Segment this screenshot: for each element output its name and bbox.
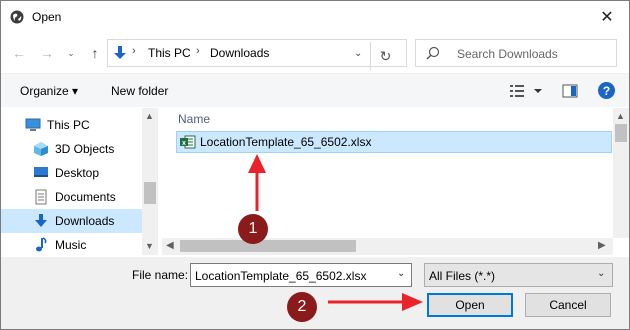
- search-box[interactable]: Search Downloads: [415, 39, 617, 67]
- desktop-icon: [34, 167, 48, 177]
- file-type-select[interactable]: All Files (*.*) ⌄: [424, 263, 613, 287]
- close-button[interactable]: ✕: [585, 1, 629, 33]
- nav-label: Documents: [55, 190, 116, 204]
- nav-item-desktop[interactable]: Desktop: [1, 161, 142, 185]
- scroll-up-icon[interactable]: ▲: [616, 111, 625, 121]
- step-number: 2: [297, 298, 307, 315]
- file-name-label: File name:: [132, 268, 189, 282]
- nav-item-this-pc[interactable]: This PC: [1, 113, 142, 137]
- breadcrumb-separator-icon: ›: [132, 45, 136, 57]
- address-dropdown-icon[interactable]: ⌄: [354, 48, 362, 59]
- navigation-scrollbar[interactable]: ▲ ▼: [142, 108, 158, 255]
- close-icon: ✕: [600, 9, 614, 26]
- app-icon: [10, 10, 24, 24]
- file-name-value: LocationTemplate_65_6502.xlsx: [195, 269, 367, 283]
- music-icon: [36, 237, 47, 252]
- file-list-horizontal-scrollbar[interactable]: ◀ ▶: [162, 238, 613, 255]
- scroll-right-icon[interactable]: ▶: [598, 240, 606, 251]
- scroll-down-icon[interactable]: ▼: [145, 241, 154, 251]
- change-view-icon[interactable]: [510, 83, 550, 99]
- back-arrow-icon: ←: [12, 45, 26, 61]
- downloads-location-icon: [114, 46, 126, 59]
- file-type-value: All Files (*.*): [429, 269, 496, 283]
- new-folder-button[interactable]: New folder: [111, 84, 168, 98]
- step-marker-2: 2: [287, 292, 317, 322]
- file-name: LocationTemplate_65_6502.xlsx: [200, 135, 372, 149]
- scroll-thumb[interactable]: [180, 240, 356, 252]
- step-number: 1: [248, 220, 258, 237]
- excel-file-icon: x: [180, 135, 196, 149]
- up-button[interactable]: ↑: [85, 43, 105, 63]
- command-toolbar: Organize ▾ New folder ?: [1, 73, 629, 107]
- nav-label: 3D Objects: [55, 142, 115, 156]
- file-name-field[interactable]: LocationTemplate_65_6502.xlsx ⌄: [190, 263, 412, 287]
- breadcrumb-separator-icon: ›: [196, 45, 200, 57]
- nav-item-documents[interactable]: Documents: [1, 185, 142, 209]
- nav-label: Downloads: [55, 214, 115, 228]
- nav-item-downloads[interactable]: Downloads: [1, 209, 142, 233]
- documents-icon: [35, 189, 47, 205]
- cancel-button-label: Cancel: [549, 298, 587, 312]
- scroll-thumb[interactable]: [615, 124, 627, 142]
- nav-item-music[interactable]: Music: [1, 233, 142, 257]
- svg-text:x: x: [182, 140, 186, 147]
- breadcrumb-downloads[interactable]: Downloads: [210, 46, 269, 60]
- chevron-down-icon: ⌄: [67, 47, 75, 58]
- forward-button[interactable]: →: [37, 43, 57, 63]
- address-bar[interactable]: › This PC › Downloads ⌄ ↻: [107, 39, 407, 70]
- dialog-footer: File name: LocationTemplate_65_6502.xlsx…: [1, 257, 629, 329]
- chevron-down-icon: ⌄: [597, 268, 606, 279]
- refresh-button[interactable]: ↻: [370, 42, 400, 70]
- file-row[interactable]: x LocationTemplate_65_6502.xlsx: [176, 131, 612, 153]
- recent-locations-button[interactable]: ⌄: [61, 43, 81, 63]
- search-placeholder: Search Downloads: [457, 47, 558, 61]
- 3d-objects-icon: [34, 142, 48, 156]
- navigation-bar: ← → ⌄ ↑ › This PC › Downloads ⌄ ↻ Search…: [1, 37, 629, 70]
- preview-pane-icon[interactable]: [562, 83, 578, 99]
- file-list-vertical-scrollbar[interactable]: ▲: [613, 108, 629, 238]
- organize-button[interactable]: Organize ▾: [20, 84, 78, 98]
- help-icon[interactable]: ?: [598, 82, 615, 99]
- window-title: Open: [32, 10, 62, 24]
- downloads-icon: [35, 214, 47, 227]
- file-list: Name x LocationTemplate_65_6502.xlsx ▲ ◀…: [162, 108, 629, 255]
- navigation-pane: This PC 3D Objects Desktop Documents Dow…: [1, 108, 158, 255]
- breadcrumb-this-pc[interactable]: This PC: [148, 46, 191, 60]
- step-marker-1: 1: [238, 214, 268, 244]
- scroll-up-icon[interactable]: ▲: [145, 111, 154, 121]
- chevron-down-icon[interactable]: ⌄: [397, 268, 405, 279]
- nav-label: Music: [55, 238, 87, 252]
- up-arrow-icon: ↑: [91, 45, 99, 61]
- open-button[interactable]: Open: [427, 293, 513, 317]
- refresh-icon: ↻: [379, 47, 392, 64]
- forward-arrow-icon: →: [40, 45, 54, 61]
- scroll-left-icon[interactable]: ◀: [166, 240, 174, 251]
- scroll-thumb[interactable]: [144, 182, 156, 204]
- back-button[interactable]: ←: [9, 43, 29, 63]
- search-icon: [426, 46, 440, 60]
- help-label: ?: [602, 83, 611, 98]
- computer-icon: [25, 118, 41, 131]
- nav-label: This PC: [47, 118, 90, 132]
- open-file-dialog: Open ✕ ← → ⌄ ↑ › This PC › Downloads ⌄ ↻: [0, 0, 630, 330]
- title-bar: Open ✕: [1, 1, 629, 33]
- cancel-button[interactable]: Cancel: [525, 293, 611, 317]
- nav-item-3d-objects[interactable]: 3D Objects: [1, 137, 142, 161]
- open-button-label: Open: [455, 298, 485, 312]
- nav-label: Desktop: [55, 166, 100, 180]
- column-header-name[interactable]: Name: [178, 112, 210, 126]
